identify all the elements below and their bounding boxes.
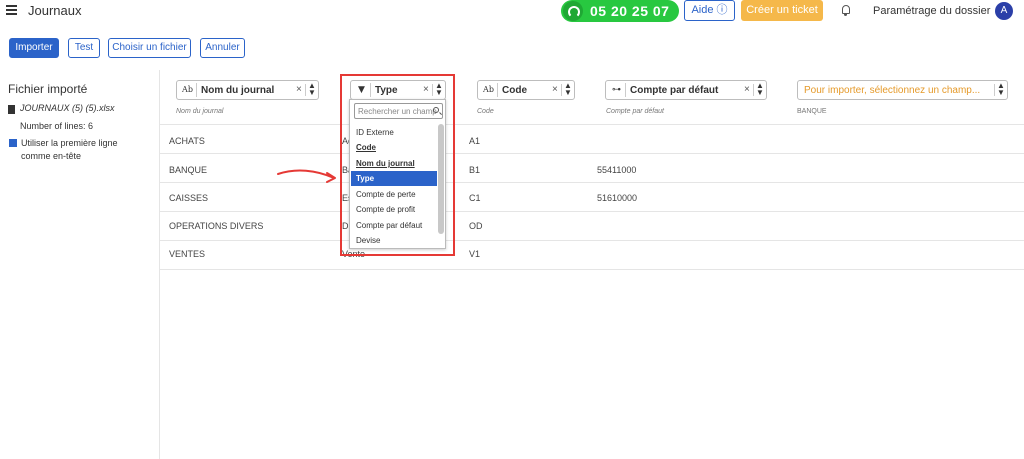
cell-compte: 51610000 bbox=[597, 193, 638, 203]
column-select-compte-defaut[interactable]: ⊶ Compte par défaut × ▲ ▼ bbox=[605, 80, 767, 100]
first-line-header-label[interactable]: Utiliser la première ligne comme en-tête bbox=[21, 137, 141, 163]
help-button[interactable]: Aide ⓘ bbox=[684, 0, 735, 21]
page-title: Journaux bbox=[28, 3, 82, 18]
phone-number: 05 20 25 07 07 bbox=[590, 3, 670, 35]
cell-code: C1 bbox=[469, 193, 481, 203]
create-ticket-button[interactable]: Créer un ticket bbox=[741, 0, 823, 21]
import-button[interactable]: Importer bbox=[9, 38, 59, 58]
annotation-arrow-icon bbox=[277, 169, 336, 183]
sort-arrows-icon: ▲ ▼ bbox=[564, 81, 572, 97]
annotation-highlight-box bbox=[340, 74, 455, 256]
sort-arrows-icon: ▲ ▼ bbox=[997, 81, 1005, 97]
cell-nom: BANQUE bbox=[169, 165, 208, 175]
table-row: VENTES Vente V1 bbox=[160, 241, 1024, 270]
bell-icon[interactable] bbox=[842, 5, 850, 16]
cell-nom: OPERATIONS DIVERS bbox=[169, 221, 264, 231]
clear-icon[interactable]: × bbox=[744, 84, 750, 95]
column-subtitle: BANQUE bbox=[797, 108, 827, 115]
cell-code: OD bbox=[469, 221, 483, 231]
text-type-icon: Ab bbox=[480, 83, 498, 97]
cell-code: V1 bbox=[469, 249, 481, 259]
table-row: OPERATIONS DIVERS Di OD bbox=[160, 212, 1024, 241]
select-separator bbox=[994, 84, 995, 96]
select-separator bbox=[753, 84, 754, 96]
sort-arrows-icon: ▲ ▼ bbox=[308, 81, 316, 97]
cell-nom: ACHATS bbox=[169, 136, 205, 146]
first-line-header-checkbox[interactable] bbox=[9, 139, 17, 147]
text-type-icon: Ab bbox=[179, 83, 197, 97]
clear-icon[interactable]: × bbox=[552, 84, 558, 95]
relation-icon: ⊶ bbox=[608, 83, 626, 97]
avatar[interactable]: A bbox=[995, 2, 1013, 20]
file-icon bbox=[8, 105, 15, 114]
cell-code: A1 bbox=[469, 136, 481, 146]
sidebar-title: Fichier importé bbox=[8, 82, 88, 96]
clear-icon[interactable]: × bbox=[296, 84, 302, 95]
file-name: JOURNAUX (5) (5).xlsx bbox=[20, 103, 115, 113]
column-select-value: Compte par défaut bbox=[630, 85, 719, 96]
menu-icon[interactable] bbox=[6, 5, 17, 15]
cancel-button[interactable]: Annuler bbox=[200, 38, 245, 58]
phone-support-button[interactable]: 05 20 25 07 07 bbox=[561, 0, 679, 35]
column-select-banque[interactable]: Pour importer, sélectionnez un champ... … bbox=[797, 80, 1008, 100]
column-select-value: Code bbox=[502, 85, 527, 96]
cell-nom: VENTES bbox=[169, 249, 206, 259]
column-select-nom-journal[interactable]: Ab Nom du journal × ▲ ▼ bbox=[176, 80, 319, 100]
table-row: CAISSES Es C1 51610000 bbox=[160, 183, 1024, 212]
test-button[interactable]: Test bbox=[68, 38, 100, 58]
column-subtitle: Nom du journal bbox=[176, 108, 224, 115]
column-subtitle: Code bbox=[477, 108, 494, 115]
select-separator bbox=[305, 84, 306, 96]
import-sidebar: Fichier importé JOURNAUX (5) (5).xlsx Nu… bbox=[0, 70, 160, 459]
cell-code: B1 bbox=[469, 165, 481, 175]
column-select-code[interactable]: Ab Code × ▲ ▼ bbox=[477, 80, 575, 100]
folder-settings-link[interactable]: Paramétrage du dossier bbox=[873, 5, 990, 17]
top-bar: Journaux 05 20 25 07 07 Aide ⓘ Créer un … bbox=[0, 0, 1024, 35]
table-row: ACHATS Ac A1 bbox=[160, 125, 1024, 154]
headset-icon bbox=[563, 1, 583, 21]
sort-arrows-icon: ▲ ▼ bbox=[756, 81, 764, 97]
cell-nom: CAISSES bbox=[169, 193, 209, 203]
select-separator bbox=[561, 84, 562, 96]
column-select-placeholder: Pour importer, sélectionnez un champ... bbox=[804, 85, 981, 96]
cell-compte: 55411000 bbox=[597, 165, 637, 175]
choose-file-button[interactable]: Choisir un fichier bbox=[108, 38, 191, 58]
column-select-value: Nom du journal bbox=[201, 85, 275, 96]
column-subtitle: Compte par défaut bbox=[606, 108, 664, 115]
lines-count: Number of lines: 6 bbox=[20, 121, 94, 131]
